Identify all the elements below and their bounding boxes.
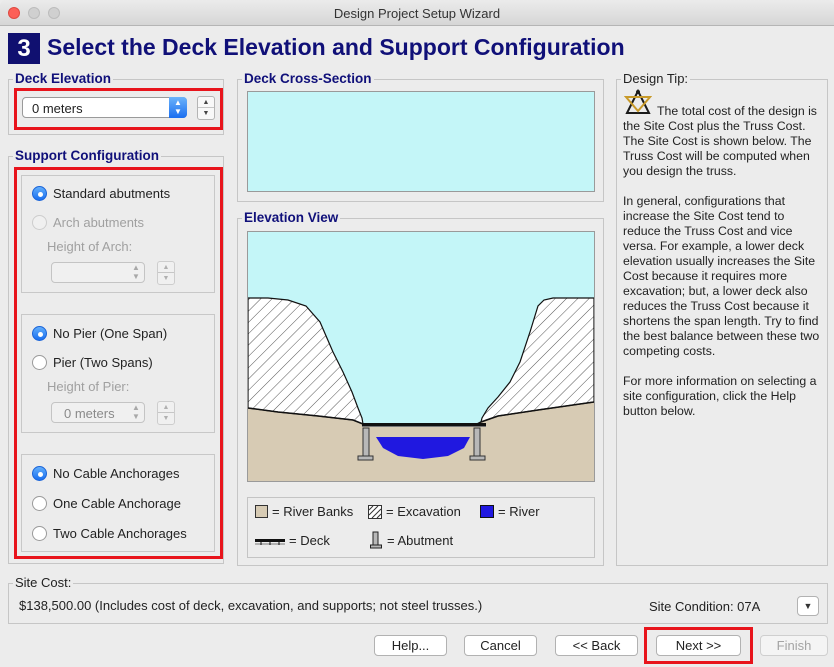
radio-unselected-icon (32, 526, 47, 541)
cancel-button[interactable]: Cancel (464, 635, 537, 656)
height-of-pier-stepper[interactable]: ▲ ▼ (157, 401, 175, 425)
deck-elevation-select[interactable]: 0 meters ▲ ▼ (22, 97, 187, 118)
no-cable-anchorages-radio[interactable]: No Cable Anchorages (32, 466, 179, 481)
title-bar: Design Project Setup Wizard (0, 0, 834, 26)
site-condition-dropdown-button[interactable]: ▼ (797, 596, 819, 616)
support-configuration-label: Support Configuration (13, 148, 161, 164)
step-up-icon[interactable]: ▲ (198, 97, 214, 108)
legend-deck-label: = Deck (289, 533, 330, 548)
page-title: Select the Deck Elevation and Support Co… (47, 34, 625, 60)
legend-abutment-label: = Abutment (387, 532, 454, 548)
help-button[interactable]: Help... (374, 635, 447, 656)
deck-elevation-stepper[interactable]: ▲ ▼ (197, 96, 215, 120)
design-tip-paragraph-3: For more information on selecting a site… (623, 374, 817, 418)
elevation-view-canvas (247, 231, 595, 482)
pier-two-spans-radio[interactable]: Pier (Two Spans) (32, 355, 153, 370)
step-down-icon[interactable]: ▼ (158, 273, 174, 284)
design-tip-label: Design Tip: (621, 71, 691, 87)
elevation-drawing (248, 232, 594, 481)
design-tip-paragraph-1: The total cost of the design is the Site… (623, 104, 823, 179)
select-arrows-icon: ▲ ▼ (132, 403, 140, 421)
deck-icon (255, 538, 285, 545)
chevron-down-icon: ▼ (803, 601, 813, 611)
radio-selected-icon (32, 186, 47, 201)
step-up-icon[interactable]: ▲ (158, 402, 174, 413)
step-down-icon[interactable]: ▼ (158, 413, 174, 424)
legend-river-banks-label: = River Banks (272, 504, 354, 519)
design-tip-text: The total cost of the design is the Site… (623, 104, 823, 434)
one-cable-anchorage-radio[interactable]: One Cable Anchorage (32, 496, 181, 511)
step-down-icon[interactable]: ▼ (198, 108, 214, 119)
two-cable-anchorages-radio[interactable]: Two Cable Anchorages (32, 526, 187, 541)
abutment-icon (370, 531, 382, 549)
no-cable-anchorages-label: No Cable Anchorages (53, 466, 180, 481)
step-number-badge: 3 (8, 33, 40, 64)
radio-selected-icon (32, 326, 47, 341)
legend-excavation-label: = Excavation (386, 504, 461, 519)
height-of-pier-value: 0 meters (64, 406, 115, 421)
one-cable-anchorage-label: One Cable Anchorage (53, 496, 181, 511)
arch-abutments-radio[interactable]: Arch abutments (32, 215, 144, 230)
deck-cross-section-canvas (247, 91, 595, 192)
two-cable-anchorages-label: Two Cable Anchorages (53, 526, 187, 541)
select-arrows-icon: ▲ ▼ (169, 97, 187, 118)
legend-abutment: = Abutment (370, 531, 453, 549)
radio-unselected-icon (32, 496, 47, 511)
radio-unselected-icon (32, 355, 47, 370)
finish-button[interactable]: Finish (760, 635, 828, 656)
excavation-swatch (368, 504, 382, 519)
window-title: Design Project Setup Wizard (333, 6, 501, 21)
deck (362, 423, 486, 426)
site-cost-label: Site Cost: (13, 575, 74, 591)
radio-selected-icon (32, 466, 47, 481)
step-up-icon[interactable]: ▲ (158, 262, 174, 273)
select-arrows-icon: ▲ ▼ (132, 263, 140, 281)
radio-disabled-icon (32, 215, 47, 230)
height-of-arch-select[interactable]: ▲ ▼ (51, 262, 145, 283)
no-pier-label: No Pier (One Span) (53, 326, 168, 341)
height-of-arch-stepper[interactable]: ▲ ▼ (157, 261, 175, 285)
deck-elevation-value: 0 meters (32, 101, 83, 116)
standard-abutments-radio[interactable]: Standard abutments (32, 186, 170, 201)
height-of-pier-select[interactable]: 0 meters ▲ ▼ (51, 402, 145, 423)
back-button[interactable]: << Back (555, 635, 638, 656)
design-tip-p1: The total cost of the design is the Site… (623, 104, 817, 178)
height-of-pier-label: Height of Pier: (47, 379, 130, 394)
river-swatch (480, 505, 494, 518)
standard-abutments-label: Standard abutments (53, 186, 171, 201)
legend-deck: = Deck (255, 533, 330, 548)
legend-river-label: = River (498, 504, 540, 519)
site-cost-value: $138,500.00 (Includes cost of deck, exca… (19, 598, 483, 613)
river-banks-swatch (255, 505, 268, 518)
height-of-arch-label: Height of Arch: (47, 239, 133, 254)
design-tip-paragraph-2: In general, configurations that increase… (623, 194, 820, 358)
next-button[interactable]: Next >> (656, 635, 741, 656)
elevation-view-label: Elevation View (242, 210, 341, 226)
legend-river-banks: = River Banks (255, 504, 353, 519)
legend-excavation: = Excavation (368, 504, 461, 519)
site-condition-value: Site Condition: 07A (649, 599, 761, 614)
deck-cross-section-label: Deck Cross-Section (242, 71, 374, 87)
arch-abutments-label: Arch abutments (53, 215, 145, 230)
pier-two-spans-label: Pier (Two Spans) (53, 355, 153, 370)
legend-river: = River (480, 504, 540, 519)
no-pier-radio[interactable]: No Pier (One Span) (32, 326, 167, 341)
deck-elevation-label: Deck Elevation (13, 71, 114, 87)
